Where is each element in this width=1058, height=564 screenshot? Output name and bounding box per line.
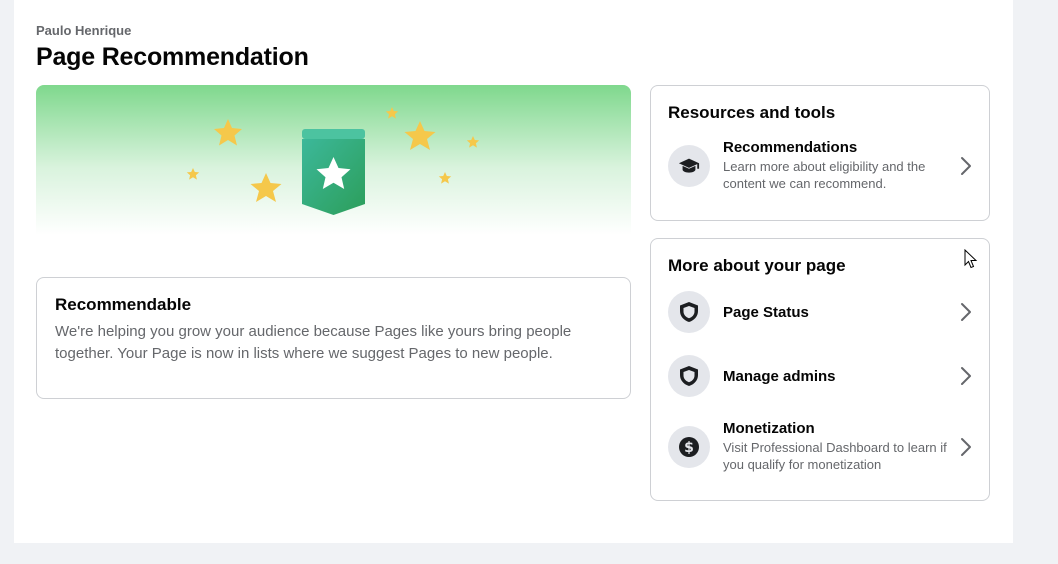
page-title: Page Recommendation xyxy=(36,43,309,71)
monetization-label: Monetization xyxy=(723,420,815,437)
chevron-right-icon xyxy=(952,366,972,386)
svg-text:$: $ xyxy=(684,440,694,456)
resources-card: Resources and tools Recommendations Lear… xyxy=(650,85,990,221)
more-item-manage-admins[interactable]: Manage admins xyxy=(668,355,972,397)
recommendations-label: Recommendations xyxy=(723,139,858,156)
recommendations-description: Learn more about eligibility and the con… xyxy=(723,159,926,191)
recommendable-description: We're helping you grow your audience bec… xyxy=(55,323,572,362)
more-about-card: More about your page Page Status Manage … xyxy=(650,238,990,501)
hero-illustration xyxy=(36,85,631,235)
graduation-cap-icon xyxy=(668,144,710,187)
chevron-right-icon xyxy=(952,437,972,457)
page-owner-name: Paulo Henrique xyxy=(36,23,132,38)
recommendable-title: Recommendable xyxy=(55,295,192,314)
resources-item-recommendations[interactable]: Recommendations Learn more about eligibi… xyxy=(668,139,972,192)
page-status-label: Page Status xyxy=(723,303,809,321)
mouse-cursor-icon xyxy=(964,249,978,269)
shield-icon xyxy=(668,355,710,397)
badge-icon xyxy=(302,129,365,215)
more-item-page-status[interactable]: Page Status xyxy=(668,291,972,333)
more-item-monetization[interactable]: $ Monetization Visit Professional Dashbo… xyxy=(668,420,972,473)
dollar-icon: $ xyxy=(668,425,710,468)
hero-banner xyxy=(36,85,631,235)
manage-admins-label: Manage admins xyxy=(723,367,836,385)
page-container: Paulo Henrique Page Recommendation Recom… xyxy=(14,0,1013,543)
chevron-right-icon xyxy=(952,156,972,176)
chevron-right-icon xyxy=(952,302,972,322)
more-about-title: More about your page xyxy=(668,256,846,275)
shield-icon xyxy=(668,291,710,333)
resources-title: Resources and tools xyxy=(668,103,836,122)
monetization-description: Visit Professional Dashboard to learn if… xyxy=(723,440,947,472)
recommendable-card: Recommendable We're helping you grow you… xyxy=(36,277,631,399)
